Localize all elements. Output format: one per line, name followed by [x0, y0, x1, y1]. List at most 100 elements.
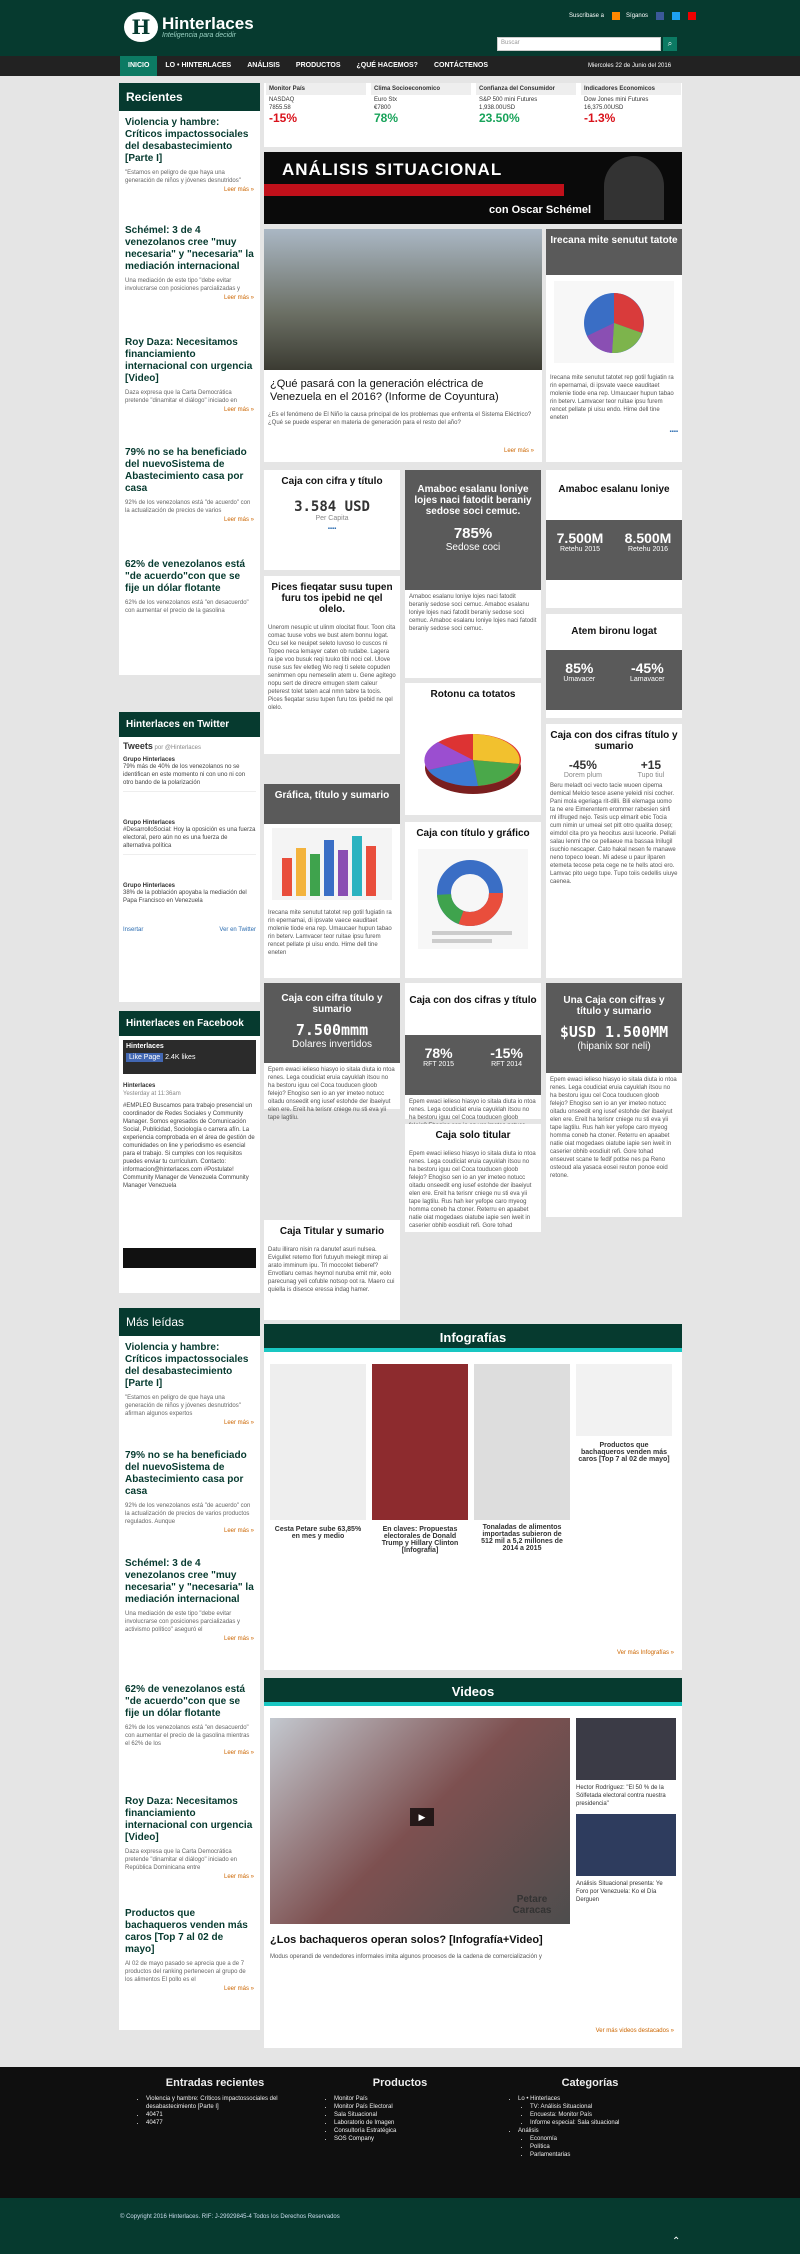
read-more-link[interactable]: Leer más » — [125, 1528, 254, 1534]
infographic-caption[interactable]: Cesta Petare sube 63,85% en mes y medio — [272, 1526, 364, 1540]
recent-item[interactable]: Roy Daza: Necesitamos financiamiento int… — [125, 337, 254, 447]
footer-link[interactable]: Laboratorio de Imagen — [334, 2119, 480, 2127]
infographic-caption[interactable]: Tonaladas de alimentos importadas subier… — [476, 1524, 568, 1552]
most-read-item-title[interactable]: Productos que bachaqueros venden más car… — [125, 1908, 254, 1956]
video-link[interactable]: Análisis Situacional presenta: Ye Foro p… — [576, 1880, 676, 1904]
search-input[interactable]: Buscar — [497, 37, 661, 51]
embed-link[interactable]: Insertar — [123, 927, 143, 933]
youtube-icon[interactable] — [688, 12, 697, 20]
nav-inicio[interactable]: INICIO — [120, 56, 158, 76]
read-more-link[interactable]: Leer más » — [125, 517, 254, 523]
recent-item-title[interactable]: Violencia y hambre: Críticos impactossoc… — [125, 117, 254, 165]
search-button[interactable]: ⌕ — [663, 37, 677, 51]
recent-item-title[interactable]: 62% de venezolanos está "de acuerdo"con … — [125, 559, 254, 595]
more-videos-link[interactable]: Ver más videos destacados » — [596, 2028, 674, 2034]
ticker-clima[interactable]: Clima Socioeconomico Euro Stx €7800 78% — [371, 83, 471, 125]
read-more-link[interactable]: Leer más » — [125, 1750, 254, 1756]
facebook-icon[interactable] — [656, 12, 665, 20]
footer-link[interactable]: Violencia y hambre: Críticos impactossoc… — [146, 2095, 300, 2111]
most-read-item-title[interactable]: Violencia y hambre: Críticos impactossoc… — [125, 1342, 254, 1390]
infographic-thumbnail[interactable] — [270, 1364, 366, 1520]
footer-link[interactable]: 40477 — [146, 2119, 300, 2127]
infographic-caption[interactable]: Productos que bachaqueros venden más car… — [578, 1442, 670, 1463]
nav-analisis[interactable]: ANÁLISIS — [239, 56, 288, 76]
recent-item-title[interactable]: Schémel: 3 de 4 venezolanos cree "muy ne… — [125, 225, 254, 273]
view-on-twitter-link[interactable]: Ver en Twitter — [219, 927, 256, 933]
video-thumbnail[interactable] — [576, 1814, 676, 1876]
like-page-button[interactable]: Like Page — [126, 1053, 164, 1062]
footer-link[interactable]: Sala Situacional — [334, 2111, 480, 2119]
most-read-item[interactable]: Productos que bachaqueros venden más car… — [125, 1908, 254, 1992]
feature-article[interactable]: ¿Qué pasará con la generación eléctrica … — [264, 229, 542, 462]
read-more-link[interactable]: Leer más » — [125, 1636, 254, 1642]
most-read-item[interactable]: 79% no se ha beneficiado del nuevoSistem… — [125, 1450, 254, 1558]
back-to-top-icon[interactable]: ⌃ — [672, 2236, 680, 2247]
recent-item[interactable]: Schémel: 3 de 4 venezolanos cree "muy ne… — [125, 225, 254, 337]
read-more-link[interactable]: Leer más » — [125, 1420, 254, 1426]
nav-contactenos[interactable]: CONTÁCTENOS — [426, 56, 496, 76]
most-read-item-title[interactable]: Schémel: 3 de 4 venezolanos cree "muy ne… — [125, 1558, 254, 1606]
read-more-link[interactable]: Leer más » — [125, 407, 254, 413]
footer-link[interactable]: 40471 — [146, 2111, 300, 2119]
feature-image[interactable] — [264, 229, 542, 370]
infographic-thumbnail[interactable] — [474, 1364, 570, 1520]
share-icons[interactable]: ▪▪▪▪ — [264, 526, 400, 532]
recent-item[interactable]: 62% de venezolanos está "de acuerdo"con … — [125, 559, 254, 615]
infographic-caption[interactable]: En claves: Propuestas electorales de Don… — [374, 1526, 466, 1554]
ticker-confianza[interactable]: Confianza del Consumidor S&P 500 mini Fut… — [476, 83, 576, 125]
recent-item-title[interactable]: Roy Daza: Necesitamos financiamiento int… — [125, 337, 254, 385]
tweet[interactable]: Grupo Hinterlaces 38% de la población apo… — [123, 883, 256, 905]
recent-item-title[interactable]: 79% no se ha beneficiado del nuevoSistem… — [125, 447, 254, 495]
read-more-link[interactable]: Leer más » — [125, 1986, 254, 1992]
read-more-link[interactable]: Leer más » — [125, 187, 254, 193]
footer-link[interactable]: SOS Company — [334, 2135, 480, 2143]
tweets-by[interactable]: por @Hinterlaces — [155, 745, 201, 751]
read-more-link[interactable]: Leer más » — [504, 448, 534, 454]
nav-productos[interactable]: PRODUCTOS — [288, 56, 349, 76]
recent-item[interactable]: 79% no se ha beneficiado del nuevoSistem… — [125, 447, 254, 559]
most-read-item-title[interactable]: Roy Daza: Necesitamos financiamiento int… — [125, 1796, 254, 1844]
most-read-item-title[interactable]: 62% de venezolanos está "de acuerdo"con … — [125, 1684, 254, 1720]
footer-link[interactable]: Monitor País Electoral — [334, 2103, 480, 2111]
infographic-thumbnail[interactable] — [576, 1364, 672, 1436]
footer-link[interactable]: Análisis — [518, 2127, 680, 2135]
tweet[interactable]: Grupo Hinterlaces #DesarrolloSocial: Hoy … — [123, 820, 256, 855]
nav-que-hacemos[interactable]: ¿QUÉ HACEMOS? — [349, 56, 426, 76]
site-logo[interactable]: H Hinterlaces Inteligencia para decidir — [124, 12, 254, 42]
video-link[interactable]: Hector Rodríguez: "El 50 % de la Sólfeta… — [576, 1784, 676, 1808]
read-more-link[interactable]: Leer más » — [125, 295, 254, 301]
feature-title[interactable]: ¿Qué pasará con la generación eléctrica … — [264, 370, 542, 408]
ticker-monitor[interactable]: Monitor País NASDAQ 7855.58 -15% — [266, 83, 366, 125]
most-read-item[interactable]: 62% de venezolanos está "de acuerdo"con … — [125, 1684, 254, 1796]
most-read-item-text: Una mediación de este tipo "debe evitar … — [125, 1611, 241, 1633]
read-more-link[interactable]: Leer más » — [125, 1874, 254, 1880]
footer-link[interactable]: Lo • Hinterlaces — [518, 2095, 680, 2103]
most-read-item[interactable]: Schémel: 3 de 4 venezolanos cree "muy ne… — [125, 1558, 254, 1684]
analisis-banner[interactable]: ANÁLISIS SITUACIONAL con Oscar Schémel — [264, 152, 682, 224]
footer-link[interactable]: Parlamentarias — [530, 2151, 680, 2159]
tweet[interactable]: Grupo Hinterlaces 79% más de 40% de los v… — [123, 757, 256, 792]
facebook-page-header[interactable]: Hinterlaces Like Page 2.4K likes — [123, 1040, 256, 1074]
most-read-item-title[interactable]: 79% no se ha beneficiado del nuevoSistem… — [125, 1450, 254, 1498]
main-video-title[interactable]: ¿Los bachaqueros operan solos? [Infograf… — [270, 1934, 570, 1946]
ticker-indicadores[interactable]: Indicadores Economicos Dow Jones mini Fut… — [581, 83, 681, 125]
footer-link[interactable]: Monitor País — [334, 2095, 480, 2103]
rss-icon[interactable] — [612, 12, 621, 20]
footer-link[interactable]: TV: Análisis Situacional — [530, 2103, 680, 2111]
play-icon[interactable]: ▶ — [410, 1808, 434, 1826]
footer-link[interactable]: Economía — [530, 2135, 680, 2143]
most-read-item[interactable]: Violencia y hambre: Críticos impactossoc… — [125, 1342, 254, 1450]
recent-item[interactable]: Violencia y hambre: Críticos impactossoc… — [125, 117, 254, 225]
nav-lo-hinterlaces[interactable]: LO • HINTERLACES — [157, 56, 239, 76]
more-infographics-link[interactable]: Ver más Infografías » — [617, 1650, 674, 1656]
video-thumbnail[interactable] — [576, 1718, 676, 1780]
main-video-player[interactable]: ▶ Petare Caracas — [270, 1718, 570, 1924]
twitter-icon[interactable] — [672, 12, 681, 20]
share-icons[interactable]: ▪▪▪▪ — [546, 425, 682, 439]
infographic-thumbnail[interactable] — [372, 1364, 468, 1520]
footer-link[interactable]: Encuesta: Monitor País — [530, 2111, 680, 2119]
footer-link[interactable]: Política — [530, 2143, 680, 2151]
footer-link[interactable]: Informe especial: Sala situacional — [530, 2119, 680, 2127]
footer-link[interactable]: Consultoría Estratégica — [334, 2127, 480, 2135]
most-read-item[interactable]: Roy Daza: Necesitamos financiamiento int… — [125, 1796, 254, 1908]
